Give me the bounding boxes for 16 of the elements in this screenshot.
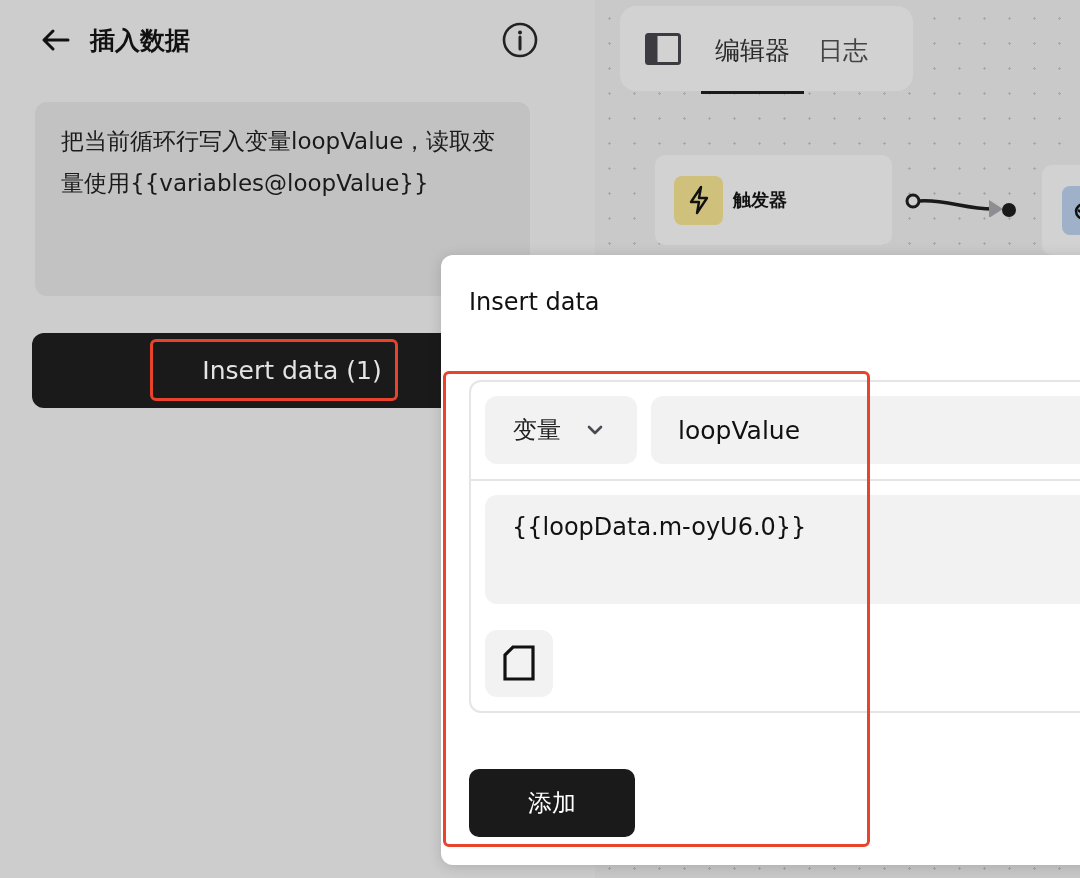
panel-title: 插入数据: [90, 24, 190, 57]
node-label: 触发器: [733, 188, 787, 212]
trigger-node[interactable]: 触发器: [655, 155, 892, 245]
value-field[interactable]: {{loopData.m-oyU6.0}}: [485, 495, 1080, 604]
document-icon: [503, 645, 535, 682]
add-button[interactable]: 添加: [469, 769, 635, 837]
back-icon[interactable]: [40, 28, 70, 52]
info-icon[interactable]: [502, 22, 538, 58]
lightning-icon: [687, 185, 710, 215]
type-dropdown[interactable]: 变量: [485, 396, 637, 464]
document-button[interactable]: [485, 629, 553, 697]
editor-tab[interactable]: 编辑器: [701, 9, 804, 94]
chevron-down-icon: [587, 425, 603, 435]
sidebar-toggle-icon[interactable]: [645, 32, 681, 65]
variable-name-field[interactable]: loopValue: [651, 396, 1080, 464]
editor-tab[interactable]: 日志: [804, 9, 882, 94]
